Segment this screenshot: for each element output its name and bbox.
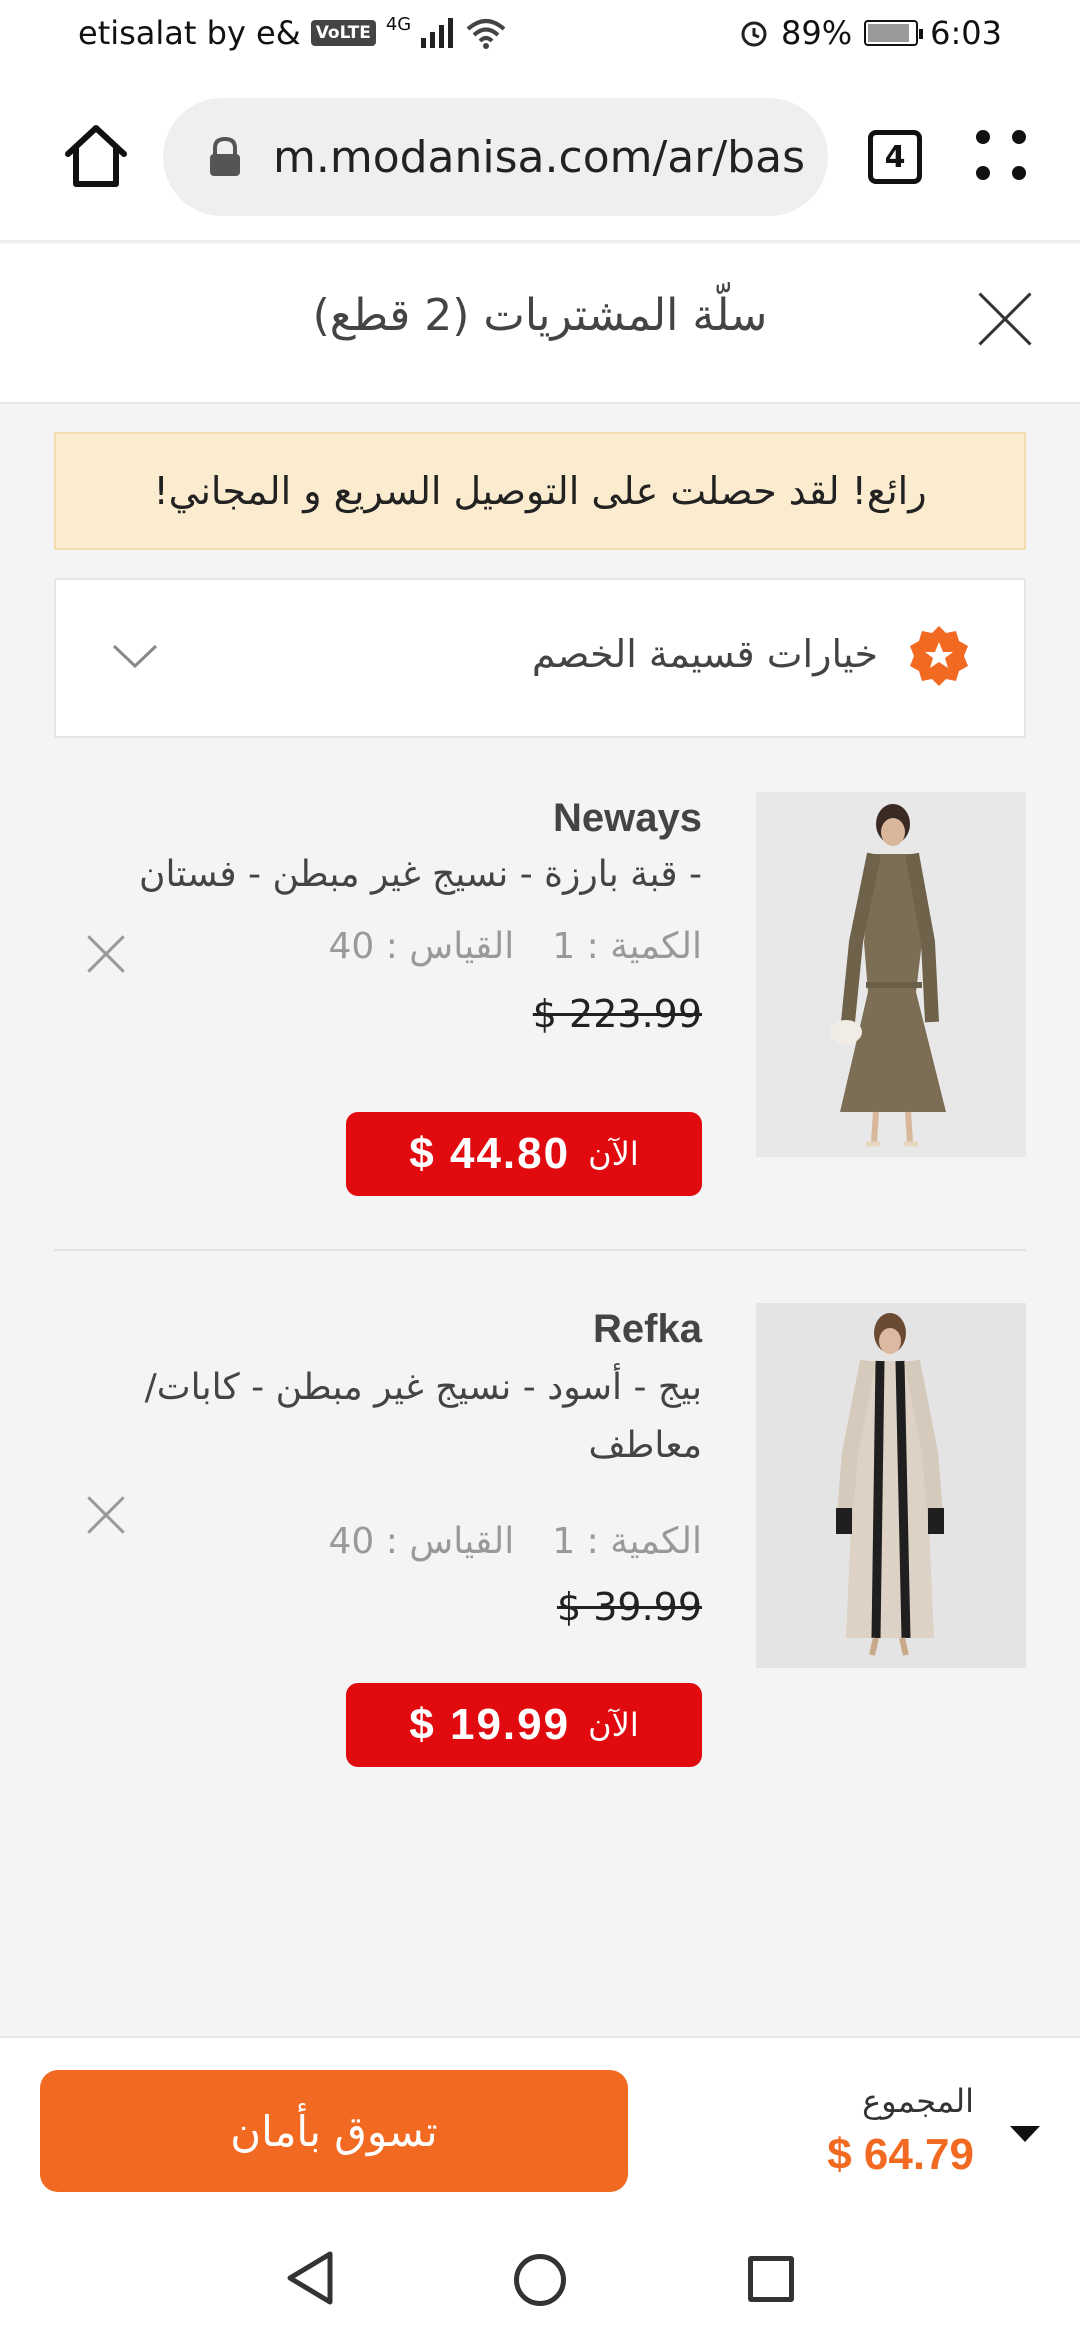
remove-item-icon[interactable] (86, 1495, 126, 1535)
now-label: الآن (588, 1706, 639, 1744)
sale-price: $ 19.99 (409, 1700, 571, 1749)
sale-price: $ 44.80 (409, 1129, 571, 1178)
battery-percent: 89% (781, 14, 853, 52)
product-name[interactable]: - قبة بارزة - نسيج غير مبطن - فستان (102, 846, 702, 904)
home-nav-icon[interactable] (514, 2254, 566, 2306)
original-price: $ 223.99 (532, 992, 702, 1036)
carrier-name: etisalat by e& (78, 14, 301, 52)
product-image[interactable] (756, 792, 1026, 1157)
sale-price-badge: الآن $ 44.80 (346, 1112, 702, 1196)
browser-toolbar: m.modanisa.com/ar/bas 4 (0, 80, 1080, 242)
battery-icon (864, 20, 924, 46)
tabs-button[interactable]: 4 (868, 130, 922, 184)
original-price: $ 39.99 (556, 1585, 702, 1629)
product-brand[interactable]: Neways (553, 796, 702, 841)
home-icon[interactable] (60, 120, 132, 192)
product-name[interactable]: بيج - أسود - نسيج غير مبطن - كابات/ معاط… (102, 1359, 702, 1475)
item-divider (54, 1249, 1026, 1251)
status-right: 89% 6:03 (739, 14, 1002, 52)
product-meta: الكمية : 1 القياس : 40 (328, 926, 702, 967)
quantity-label: الكمية : 1 (552, 926, 702, 967)
now-label: الآن (588, 1135, 639, 1173)
more-menu-icon[interactable] (976, 130, 1030, 184)
chevron-down-icon (112, 644, 158, 669)
signal-icon (421, 18, 454, 48)
lock-icon (210, 136, 240, 176)
quantity-label: الكمية : 1 (552, 1521, 702, 1562)
close-icon[interactable] (976, 290, 1034, 348)
back-icon[interactable] (284, 2250, 336, 2306)
product-brand[interactable]: Refka (593, 1307, 702, 1352)
caret-down-icon[interactable] (1010, 2126, 1040, 2142)
cart-header: سلّة المشتريات (2 قطع) (0, 244, 1080, 404)
product-image[interactable] (756, 1303, 1026, 1668)
status-bar: etisalat by e& VoLTE 4G 89% 6:03 (0, 0, 1080, 80)
cart-title: سلّة المشتريات (2 قطع) (312, 290, 768, 341)
total-value: $ 64.79 (827, 2130, 974, 2179)
checkout-button[interactable]: تسوق بأمان (40, 2070, 628, 2192)
product-meta: الكمية : 1 القياس : 40 (328, 1521, 702, 1562)
recent-apps-icon[interactable] (748, 2256, 794, 2302)
free-shipping-banner: رائع! لقد حصلت على التوصيل السريع و المج… (54, 432, 1026, 550)
discount-options-label: خيارات قسيمة الخصم (531, 632, 878, 676)
size-label: القياس : 40 (328, 1521, 515, 1562)
remove-item-icon[interactable] (86, 934, 126, 974)
network-type: 4G (385, 14, 412, 35)
status-left: etisalat by e& VoLTE 4G (78, 14, 507, 52)
wifi-icon (466, 19, 506, 49)
total-label: المجموع (862, 2082, 974, 2120)
size-label: القياس : 40 (328, 926, 515, 967)
battery-level (868, 24, 910, 42)
address-bar[interactable]: m.modanisa.com/ar/bas (163, 98, 828, 216)
star-badge-icon (910, 626, 968, 686)
sale-price-badge: الآن $ 19.99 (346, 1683, 702, 1767)
discount-options-dropdown[interactable]: خيارات قسيمة الخصم (54, 578, 1026, 738)
volte-badge: VoLTE (310, 20, 376, 46)
url-text: m.modanisa.com/ar/bas (273, 131, 805, 183)
clock: 6:03 (930, 14, 1002, 52)
alarm-icon (741, 21, 767, 47)
